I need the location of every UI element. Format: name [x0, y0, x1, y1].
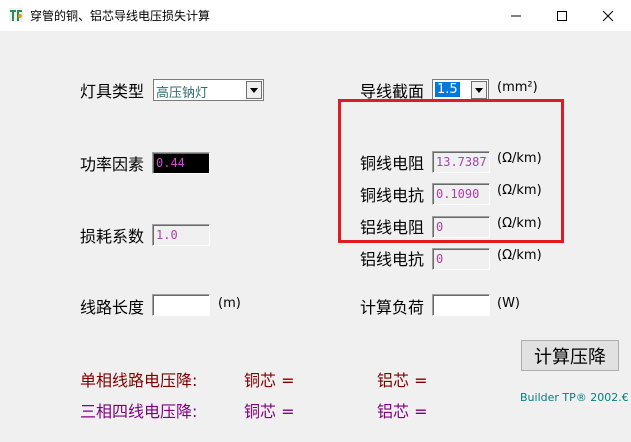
single-phase-drop-label: 单相线路电压降:	[80, 371, 198, 390]
wire-section-value: 1.5	[435, 82, 460, 97]
section-unit: (mm²)	[497, 80, 538, 95]
calculate-button[interactable]: 计算压降	[521, 340, 619, 371]
copper-reactance-unit: (Ω/km)	[497, 183, 542, 198]
three-phase-copper-label: 铜芯 =	[244, 402, 295, 421]
three-phase-aluminum-label: 铝芯 =	[377, 402, 428, 421]
lamp-type-select[interactable]: 高压钠灯	[153, 79, 264, 101]
calc-load-input[interactable]	[432, 294, 490, 316]
minimize-button[interactable]	[493, 0, 539, 31]
app-icon	[8, 7, 24, 23]
aluminum-resistance-field: 0	[432, 216, 490, 238]
loss-factor-field[interactable]: 1.0	[152, 224, 210, 246]
copper-reactance-field: 0.1090	[432, 183, 490, 205]
calc-load-label: 计算负荷	[360, 298, 425, 317]
chevron-down-icon	[250, 87, 258, 93]
line-length-label: 线路长度	[80, 298, 145, 317]
maximize-button[interactable]	[539, 0, 585, 31]
builder-credit: Builder TP® 2002.€	[520, 391, 629, 404]
close-button[interactable]	[585, 0, 631, 31]
wire-section-select[interactable]: 1.5	[432, 79, 489, 101]
copper-resistance-label: 铜线电阻	[360, 154, 425, 173]
title-bar: 穿管的铜、铝芯导线电压损失计算	[0, 0, 631, 31]
close-icon	[602, 10, 614, 21]
aluminum-reactance-label: 铝线电抗	[360, 250, 425, 269]
line-length-input[interactable]	[152, 294, 210, 316]
copper-reactance-label: 铜线电抗	[360, 186, 425, 205]
aluminum-reactance-unit: (Ω/km)	[497, 248, 542, 263]
power-factor-field[interactable]: 0.44	[152, 152, 210, 174]
aluminum-resistance-label: 铝线电阻	[360, 218, 425, 237]
watt-unit: (W)	[497, 296, 520, 311]
single-phase-aluminum-label: 铝芯 =	[377, 371, 428, 390]
chevron-down-icon	[475, 87, 483, 93]
wire-section-dropdown-button[interactable]	[471, 81, 487, 99]
aluminum-reactance-field: 0	[432, 248, 490, 270]
maximize-icon	[557, 10, 567, 21]
minimize-icon	[511, 15, 521, 16]
window-title: 穿管的铜、铝芯导线电压损失计算	[30, 9, 211, 23]
aluminum-resistance-unit: (Ω/km)	[497, 216, 542, 231]
copper-resistance-unit: (Ω/km)	[497, 151, 542, 166]
power-factor-label: 功率因素	[80, 155, 145, 174]
meter-unit: (m)	[218, 296, 241, 311]
copper-resistance-field: 13.7387	[432, 151, 490, 173]
lamp-type-dropdown-button[interactable]	[246, 81, 262, 99]
loss-factor-label: 损耗系数	[80, 227, 145, 246]
three-phase-drop-label: 三相四线电压降:	[80, 402, 198, 421]
lamp-type-label: 灯具类型	[80, 82, 145, 101]
single-phase-copper-label: 铜芯 =	[244, 371, 295, 390]
lamp-type-value: 高压钠灯	[156, 86, 209, 101]
